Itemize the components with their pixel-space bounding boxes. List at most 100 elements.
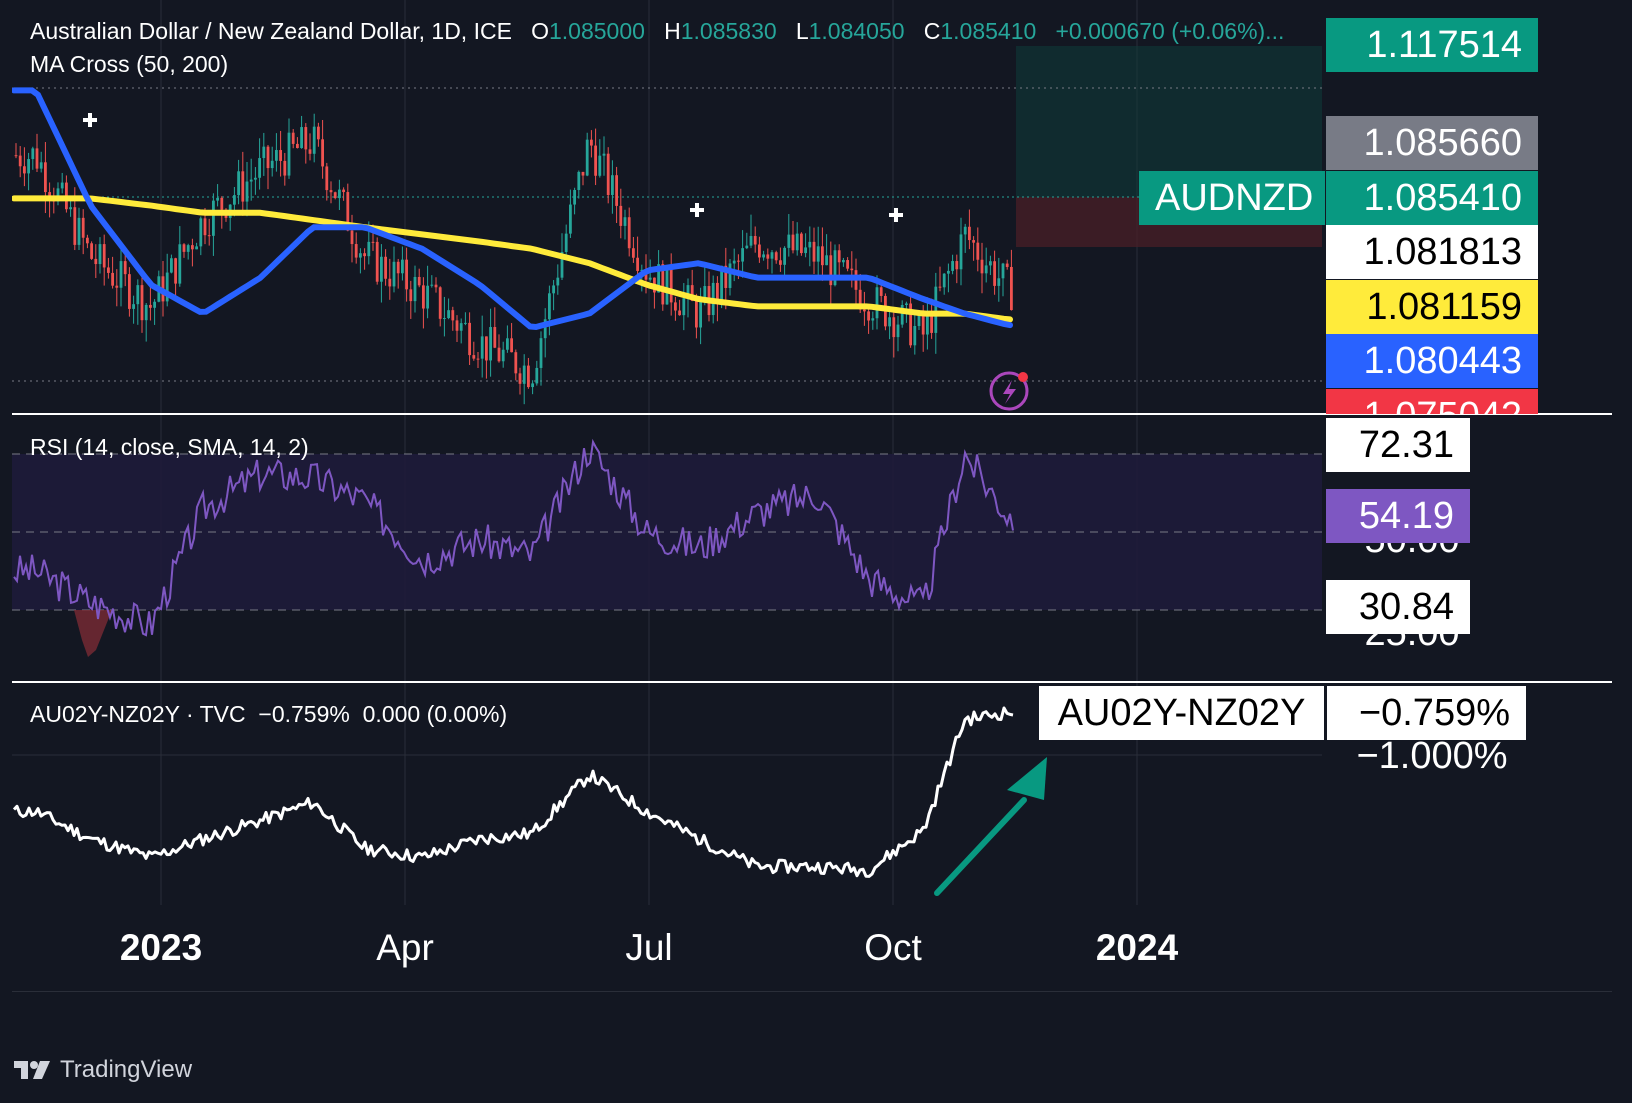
candle-body (384, 256, 387, 279)
brand-name: TradingView (60, 1056, 193, 1083)
candle-body (476, 358, 480, 360)
rsi-pane[interactable]: 50.00 25.00 (12, 438, 1460, 657)
candle-body (825, 255, 828, 266)
candle-body (153, 301, 156, 308)
candle-body (31, 148, 35, 160)
candle-body (422, 285, 425, 309)
candle-body (602, 153, 606, 156)
open-label: O (531, 18, 549, 44)
low-value: 1.084050 (808, 18, 905, 44)
candle-body (758, 244, 761, 258)
candle-body (417, 276, 421, 286)
tradingview-logo[interactable]: TradingView (14, 1056, 192, 1084)
candle-body (997, 278, 1001, 286)
candle-body (321, 139, 324, 167)
price-pane[interactable] (11, 46, 1322, 411)
spread-name-badge: AU02Y-NZ02Y (1039, 686, 1324, 740)
candle-body (896, 324, 900, 338)
footer (0, 1032, 1632, 1103)
candle-body (497, 347, 501, 362)
candle-body (762, 254, 765, 258)
candle-body (669, 265, 673, 303)
cross-marker (83, 113, 97, 127)
candle-body (199, 218, 203, 247)
candle-body (325, 166, 329, 191)
candle-body (682, 298, 686, 316)
candle-body (438, 287, 442, 319)
price-header: Australian Dollar / New Zealand Dollar, … (30, 18, 1284, 45)
candle-body (245, 181, 249, 202)
candle-body (443, 318, 446, 320)
candle-body (249, 179, 253, 182)
time-axis[interactable]: 2023 Apr Jul Oct 2024 (120, 927, 1179, 968)
candle-body (329, 190, 333, 193)
candle-body (359, 253, 362, 258)
candle-body (522, 365, 526, 384)
spread-name: AU02Y-NZ02Y · TVC (30, 701, 246, 727)
candle-body (191, 245, 194, 250)
candle-body (980, 259, 984, 274)
candle-body (233, 195, 236, 205)
candle-body (548, 293, 551, 320)
candle-body (480, 336, 484, 359)
candle-body (371, 241, 375, 243)
candle-body (182, 244, 186, 252)
candle-body (149, 304, 152, 308)
candle-body (728, 263, 732, 288)
candle-body (342, 189, 345, 193)
candle-body (241, 171, 245, 202)
candle-body (90, 243, 93, 259)
candle-body (287, 132, 291, 176)
candle-body (128, 274, 131, 309)
price-badge: 1.080443 (1326, 334, 1538, 388)
candle-body (60, 182, 64, 189)
candle-body (842, 260, 845, 263)
candle-body (388, 278, 392, 287)
candle-body (501, 349, 505, 362)
candle-body (304, 127, 308, 150)
candle-body (594, 145, 597, 176)
time-label: Apr (376, 927, 434, 968)
candle-body (434, 284, 438, 288)
candle-body (539, 338, 543, 368)
candle-body (1001, 263, 1005, 279)
candle-body (354, 244, 358, 258)
candle-body (955, 261, 959, 270)
high-value: 1.085830 (680, 18, 777, 44)
candle-body (514, 352, 518, 374)
candle-body (787, 234, 791, 248)
candle-body (493, 327, 497, 348)
rsi-header[interactable]: RSI (14, close, SMA, 14, 2) (30, 434, 309, 461)
candle-body (178, 244, 182, 284)
candle-body (905, 303, 908, 305)
candle-body (577, 171, 581, 190)
candle-body (14, 155, 18, 157)
symbol-title[interactable]: Australian Dollar / New Zealand Dollar, … (30, 18, 512, 44)
candle-body (741, 248, 744, 262)
chart-frame: 50.00 25.00 −1.000% 2023 Apr Jul Oct 202… (11, 0, 1612, 1032)
time-label: 2024 (1096, 927, 1179, 968)
candle-body (921, 314, 925, 335)
time-label: Oct (864, 927, 922, 968)
candle-body (375, 241, 379, 282)
candle-body (947, 270, 950, 274)
candle-body (317, 126, 320, 140)
candle-body (216, 197, 219, 201)
spread-value: −0.759% (258, 701, 350, 727)
candle-body (468, 322, 471, 356)
candle-body (283, 160, 287, 176)
candle-body (699, 300, 702, 328)
lightning-icon[interactable] (989, 371, 1029, 411)
spread-header[interactable]: AU02Y-NZ02Y · TVC −0.759% 0.000 (0.00%) (30, 701, 507, 728)
open-value: 1.085000 (548, 18, 645, 44)
candle-body (879, 287, 883, 296)
rsi-badge: 54.19 (1326, 489, 1470, 543)
indicator-label[interactable]: MA Cross (50, 200) (30, 51, 228, 78)
candle-body (745, 245, 749, 249)
candle-body (569, 204, 572, 234)
candle-body (308, 149, 312, 154)
candle-body (35, 148, 39, 169)
candle-body (220, 197, 224, 210)
candle-body (984, 265, 988, 274)
price-badge: 1.117514 (1326, 18, 1538, 72)
